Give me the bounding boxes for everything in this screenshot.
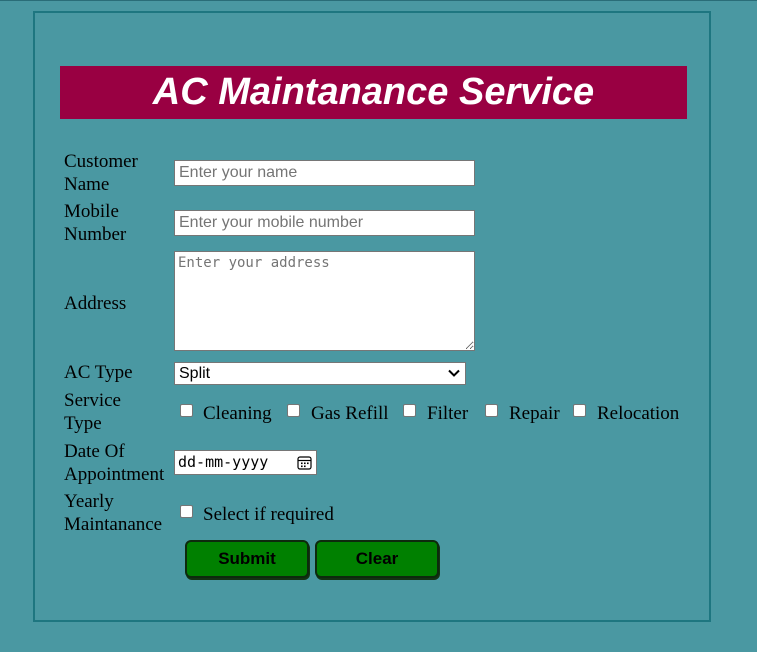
page-title: AC Maintanance Service [60,66,687,119]
service-repair-label[interactable]: Repair [509,402,560,425]
ac-type-label: AC Type [64,362,133,383]
clear-button[interactable]: Clear [315,540,439,578]
yearly-maintanance-checkbox[interactable] [180,505,193,518]
service-filter-checkbox[interactable] [403,404,416,417]
service-relocation-checkbox[interactable] [573,404,586,417]
chevron-down-icon [448,369,460,377]
service-gas-refill-checkbox[interactable] [287,404,300,417]
address-input[interactable] [174,251,475,351]
service-relocation-label[interactable]: Relocation [597,402,679,425]
date-placeholder: dd-mm-yyyy [178,453,269,471]
service-repair-checkbox[interactable] [485,404,498,417]
service-gas-refill-label[interactable]: Gas Refill [311,402,389,425]
yearly-maintanance-option-label[interactable]: Select if required [203,503,334,526]
calendar-icon[interactable] [297,455,312,470]
customer-name-input[interactable] [174,160,475,186]
date-of-appointment-label: Date Of Appointment [64,441,165,485]
yearly-maintanance-label: Yearly Maintanance [64,491,163,535]
mobile-number-label: Mobile Number [64,201,127,245]
mobile-number-input[interactable] [174,210,475,236]
address-label: Address [64,293,127,314]
date-of-appointment-input[interactable]: dd-mm-yyyy [174,450,317,475]
service-type-label: Service Type [64,390,121,434]
customer-name-label: Customer Name [64,151,138,195]
top-edge-line [0,0,757,1]
service-cleaning-label[interactable]: Cleaning [203,402,272,425]
service-filter-label[interactable]: Filter [427,402,468,425]
ac-type-select[interactable]: Split [174,362,466,385]
submit-button[interactable]: Submit [185,540,309,578]
service-cleaning-checkbox[interactable] [180,404,193,417]
ac-type-selected-value: Split [179,365,211,382]
